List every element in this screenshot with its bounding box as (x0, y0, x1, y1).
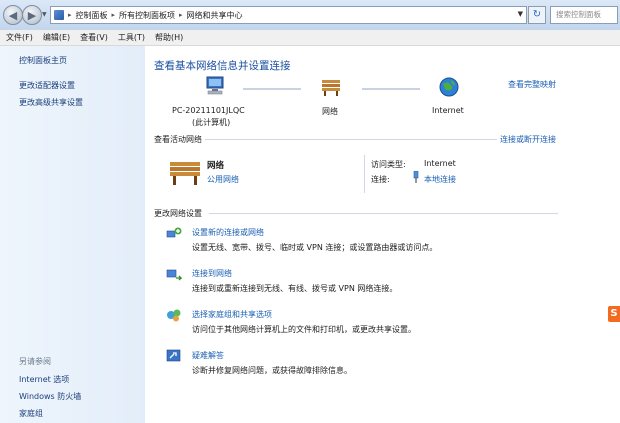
internet-label: Internet (432, 106, 464, 115)
control-panel-home-link[interactable]: 控制面板主页 (19, 55, 67, 66)
refresh-button[interactable]: ↻ (528, 6, 546, 24)
globe-icon (439, 77, 459, 97)
address-toolbar: ◀ ▶ ▼ ▸ 控制面板 ▸ 所有控制面板项 ▸ 网络和共享中心 ▼ ↻ 搜索控… (0, 0, 620, 31)
map-link-line (243, 88, 301, 90)
menu-view[interactable]: 查看(V) (80, 32, 108, 43)
address-field[interactable]: ▸ 控制面板 ▸ 所有控制面板项 ▸ 网络和共享中心 ▼ (50, 6, 527, 24)
connect-disconnect-link[interactable]: 连接或断开连接 (500, 134, 556, 145)
back-button[interactable]: ◀ (3, 5, 23, 25)
troubleshoot-desc: 诊断并修复网络问题，或获得故障排除信息。 (192, 366, 352, 375)
setup-new-connection-desc: 设置无线、宽带、拨号、临时或 VPN 连接；或设置路由器或访问点。 (192, 243, 438, 252)
left-pane: 控制面板主页 更改适配器设置 更改高级共享设置 另请参阅 Internet 选项… (0, 46, 145, 423)
chevron-right-icon[interactable]: ▸ (112, 11, 116, 19)
search-input[interactable]: 搜索控制面板 (550, 6, 618, 24)
internet-options-link[interactable]: Internet 选项 (19, 374, 69, 385)
floating-badge[interactable]: S (608, 306, 620, 322)
menu-edit[interactable]: 编辑(E) (43, 32, 70, 43)
network-type-link[interactable]: 公用网络 (207, 174, 239, 185)
change-settings-header: 更改网络设置 (154, 209, 202, 218)
connect-network-icon (166, 269, 182, 281)
troubleshoot-icon (166, 349, 181, 362)
homegroup-link[interactable]: 家庭组 (19, 408, 43, 419)
new-connection-icon (166, 227, 182, 238)
main-pane: 查看基本网络信息并设置连接 查看完整映射 PC-20211101JLQC (此计… (145, 46, 620, 423)
network-label: 网络 (322, 107, 338, 116)
menu-help[interactable]: 帮助(H) (155, 32, 183, 43)
setup-new-connection-link[interactable]: 设置新的连接或网络 (192, 227, 264, 238)
local-connection-link[interactable]: 本地连接 (424, 174, 456, 185)
troubleshoot-link[interactable]: 疑难解答 (192, 350, 224, 361)
breadcrumb-all-items[interactable]: 所有控制面板项 (119, 10, 175, 21)
homegroup-sharing-link[interactable]: 选择家庭组和共享选项 (192, 309, 272, 320)
homegroup-sharing-desc: 访问位于其他网络计算机上的文件和打印机，或更改共享设置。 (192, 325, 416, 334)
forward-button[interactable]: ▶ (22, 5, 42, 25)
computer-icon (206, 76, 224, 95)
network-bench-icon (322, 80, 340, 96)
full-map-link[interactable]: 查看完整映射 (508, 79, 556, 90)
computer-name-label: PC-20211101JLQC (172, 106, 245, 115)
divider (205, 139, 497, 140)
active-networks-header: 查看活动网络 (154, 135, 202, 144)
divider (209, 213, 558, 214)
access-type-label: 访问类型: (371, 160, 406, 169)
change-advanced-sharing-link[interactable]: 更改高级共享设置 (19, 97, 83, 108)
network-bench-icon (170, 162, 200, 185)
connect-to-network-link[interactable]: 连接到网络 (192, 268, 232, 279)
access-type-value: Internet (424, 159, 456, 168)
windows-firewall-link[interactable]: Windows 防火墙 (19, 391, 81, 402)
recent-pages-dropdown[interactable]: ▼ (42, 11, 47, 18)
breadcrumb-control-panel[interactable]: 控制面板 (76, 10, 108, 21)
network-name: 网络 (207, 161, 225, 171)
chevron-right-icon[interactable]: ▸ (179, 11, 183, 19)
see-also-header: 另请参阅 (19, 357, 51, 366)
ethernet-icon (413, 171, 419, 183)
page-title: 查看基本网络信息并设置连接 (154, 60, 291, 72)
connect-to-network-desc: 连接到或重新连接到无线、有线、拨号或 VPN 网络连接。 (192, 284, 398, 293)
change-adapter-settings-link[interactable]: 更改适配器设置 (19, 80, 75, 91)
menu-bar: 文件(F) 编辑(E) 查看(V) 工具(T) 帮助(H) (0, 30, 620, 46)
homegroup-icon (167, 309, 181, 322)
map-link-line (362, 88, 420, 90)
chevron-right-icon: ▸ (68, 11, 72, 19)
this-computer-label: (此计算机) (192, 118, 231, 127)
divider (364, 155, 365, 193)
connections-label: 连接: (371, 175, 390, 184)
menu-file[interactable]: 文件(F) (6, 32, 33, 43)
address-dropdown-icon[interactable]: ▼ (518, 10, 523, 18)
breadcrumb-network-center[interactable]: 网络和共享中心 (187, 10, 243, 21)
control-panel-icon (54, 10, 64, 20)
menu-tools[interactable]: 工具(T) (118, 32, 145, 43)
